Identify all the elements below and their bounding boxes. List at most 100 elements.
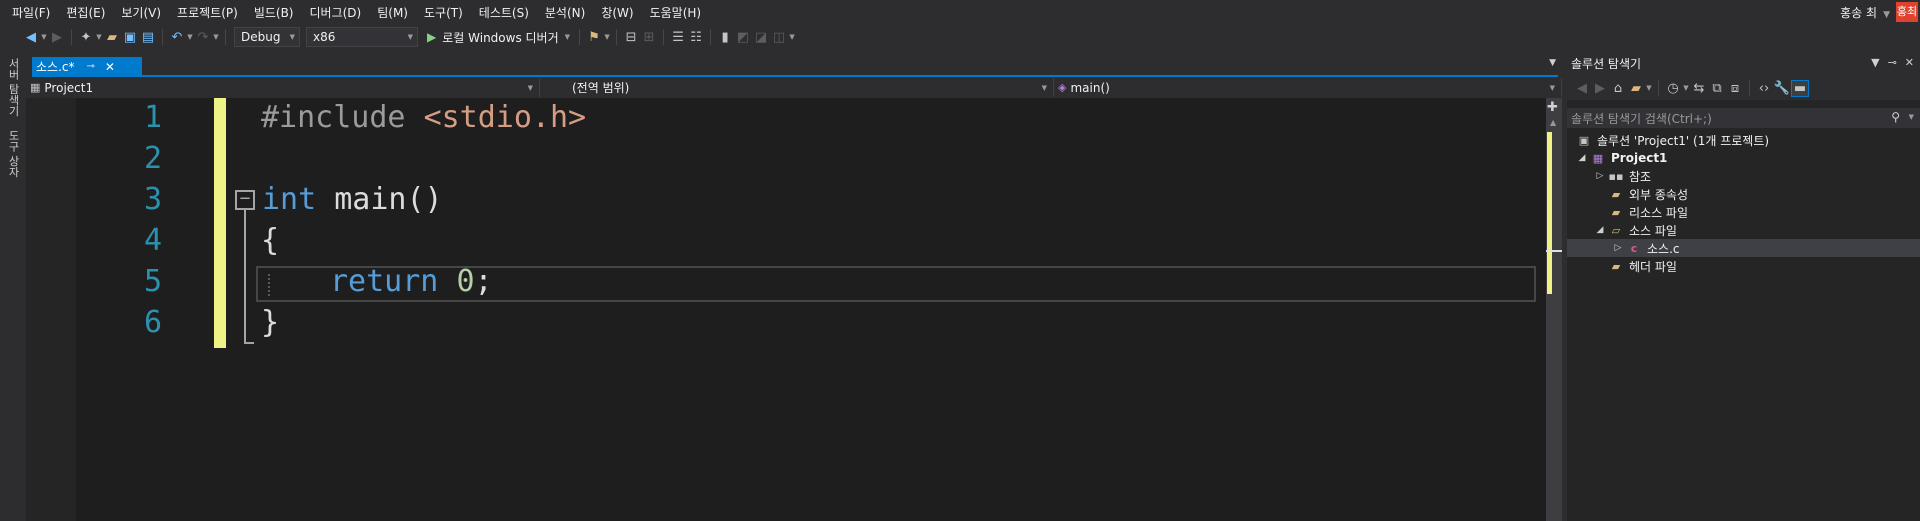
server-explorer-tab[interactable]: 서버 탐색기 <box>5 58 21 117</box>
menu-view[interactable]: 보기(V) <box>113 4 169 21</box>
solution-platform-select[interactable]: x86 ▼ <box>306 27 418 47</box>
open-folder-icon[interactable]: ▰ <box>103 30 121 45</box>
close-icon[interactable]: ✕ <box>105 60 115 74</box>
expanded-icon[interactable]: ◢ <box>1593 225 1607 235</box>
tree-label: 솔루션 'Project1' (1개 프로젝트) <box>1597 133 1770 148</box>
chevron-down-icon[interactable]: ▼ <box>1645 84 1653 92</box>
menu-help[interactable]: 도움말(H) <box>642 4 710 21</box>
navigate-back-icon[interactable]: ◀ <box>22 30 40 45</box>
pending-changes-icon[interactable]: ◷ <box>1664 81 1682 96</box>
toolbar-separator <box>616 29 618 45</box>
undo-icon[interactable]: ↶ <box>168 30 186 45</box>
tree-item-resource-files[interactable]: ▰ 리소스 파일 <box>1567 203 1920 221</box>
solution-icon: ▣ <box>1578 133 1590 147</box>
menu-team[interactable]: 팀(M) <box>369 4 416 21</box>
pin-icon[interactable]: ⊸ <box>1888 56 1897 69</box>
chevron-down-icon[interactable]: ▼ <box>212 33 220 41</box>
comment-icon[interactable]: ☰ <box>669 30 687 45</box>
tree-item-solution[interactable]: ▣ 솔루션 'Project1' (1개 프로젝트) <box>1567 131 1920 149</box>
tree-item-references[interactable]: ▷ ▪▪ 참조 <box>1567 167 1920 185</box>
sync-icon[interactable]: ⇆ <box>1690 81 1708 96</box>
new-project-icon[interactable]: ✦ <box>77 30 95 45</box>
browser-link-icon[interactable]: ⚑ <box>585 30 603 45</box>
collapsed-icon[interactable]: ▷ <box>1611 243 1625 253</box>
folder-icon: ▰ <box>1611 259 1621 273</box>
run-label: 로컬 Windows 디버거 <box>442 30 559 45</box>
preview-selected-icon[interactable]: ▬ <box>1791 79 1809 97</box>
save-icon[interactable]: ▣ <box>121 30 139 45</box>
tab-source-c[interactable]: 소스.c* ⊸ ✕ <box>32 57 142 76</box>
navigate-forward-icon[interactable]: ▶ <box>48 30 66 45</box>
switch-views-icon[interactable]: ▰ <box>1627 81 1645 96</box>
project-select[interactable]: ▦ Project1 ▼ <box>26 78 540 97</box>
pin-icon[interactable]: ⊸ <box>87 61 95 72</box>
menu-build[interactable]: 빌드(B) <box>246 4 302 21</box>
menu-window[interactable]: 창(W) <box>593 4 641 21</box>
function-name: main() <box>316 182 443 217</box>
collapsed-icon[interactable]: ▷ <box>1593 171 1607 181</box>
solution-configuration-select[interactable]: Debug ▼ <box>234 27 300 47</box>
toolbar-separator <box>162 29 163 45</box>
play-icon: ▶ <box>427 30 437 44</box>
uncomment-icon[interactable]: ☷ <box>687 30 705 45</box>
window-position-icon[interactable]: ▼ <box>1871 56 1879 69</box>
view-code-icon[interactable]: ‹› <box>1755 81 1773 96</box>
line-number: 1 <box>143 100 162 135</box>
solution-search-input[interactable]: 솔루션 탐색기 검색(Ctrl+;) ⚲ ▼ <box>1567 108 1920 128</box>
editor-vertical-scrollbar[interactable]: ✚ ▲ <box>1546 98 1562 521</box>
chevron-down-icon[interactable]: ▼ <box>95 33 103 41</box>
menu-project[interactable]: 프로젝트(P) <box>169 4 246 21</box>
back-icon[interactable]: ◀ <box>1573 81 1591 96</box>
menu-edit[interactable]: 편집(E) <box>58 4 113 21</box>
menu-file[interactable]: 파일(F) <box>4 4 58 21</box>
user-name: 홍송 최 <box>1840 6 1878 20</box>
toolbar-separator <box>710 29 712 45</box>
chevron-down-icon[interactable]: ▼ <box>186 33 194 41</box>
redo-icon[interactable]: ↷ <box>194 30 212 45</box>
chevron-down-icon[interactable]: ▼ <box>788 33 796 41</box>
chevron-down-icon[interactable]: ▼ <box>1682 84 1690 92</box>
clear-bookmarks-icon[interactable]: ◫ <box>770 30 788 45</box>
tree-item-source-files[interactable]: ◢ ▱ 소스 파일 <box>1567 221 1920 239</box>
line-number: 6 <box>143 305 162 340</box>
menu-debug[interactable]: 디버그(D) <box>302 4 370 21</box>
split-window-icon[interactable]: ✚ <box>1547 100 1558 115</box>
chevron-down-icon[interactable]: ▼ <box>1909 113 1914 121</box>
folder-icon: ▰ <box>1611 187 1621 201</box>
next-bookmark-icon[interactable]: ◪ <box>752 30 770 45</box>
user-account[interactable]: 홍송 최 ▼ <box>1840 4 1890 21</box>
expanded-icon[interactable]: ◢ <box>1575 153 1589 163</box>
toolbox-tab[interactable]: 도구 상자 <box>5 130 21 178</box>
start-debugging-button[interactable]: ▶ 로컬 Windows 디버거 ▼ <box>427 29 570 46</box>
previous-bookmark-icon[interactable]: ◩ <box>734 30 752 45</box>
collapse-all-icon[interactable]: ⧉ <box>1708 81 1726 96</box>
chevron-down-icon[interactable]: ▼ <box>40 33 48 41</box>
search-icon[interactable]: ⚲ <box>1891 110 1900 124</box>
forward-icon[interactable]: ▶ <box>1591 81 1609 96</box>
collapse-block-icon[interactable]: − <box>235 190 255 210</box>
menu-test[interactable]: 테스트(S) <box>471 4 537 21</box>
tree-item-project[interactable]: ◢ ▦ Project1 <box>1567 149 1920 167</box>
tree-item-source-c[interactable]: ▷ c 소스.c <box>1567 239 1920 257</box>
close-icon[interactable]: ✕ <box>1905 56 1914 69</box>
avatar[interactable]: 홍최 <box>1896 2 1918 22</box>
bookmark-icon[interactable]: ▮ <box>716 30 734 45</box>
menu-tools[interactable]: 도구(T) <box>416 4 471 21</box>
scroll-up-icon[interactable]: ▲ <box>1550 118 1556 127</box>
step-icon[interactable]: ⊞ <box>640 30 658 45</box>
tree-item-external-dependencies[interactable]: ▰ 외부 종속성 <box>1567 185 1920 203</box>
scope-select[interactable]: (전역 범위) ▼ <box>540 78 1054 97</box>
save-all-icon[interactable]: ▤ <box>139 30 157 45</box>
tab-list-dropdown-icon[interactable]: ▼ <box>1549 58 1556 68</box>
home-icon[interactable]: ⌂ <box>1609 81 1627 96</box>
project-icon: ▦ <box>30 81 41 94</box>
chevron-down-icon[interactable]: ▼ <box>603 33 611 41</box>
properties-icon[interactable]: 🔧 <box>1773 81 1791 96</box>
show-all-files-icon[interactable]: ⧈ <box>1726 81 1744 96</box>
tree-item-header-files[interactable]: ▰ 헤더 파일 <box>1567 257 1920 275</box>
code-editor[interactable]: 1 2 3 4 5 6 − #include <stdio.h> int mai… <box>26 98 1546 521</box>
c-file-icon: c <box>1630 241 1638 255</box>
find-in-files-icon[interactable]: ⊟ <box>622 30 640 45</box>
member-select[interactable]: ◈ main() ▼ <box>1054 78 1562 97</box>
menu-analyze[interactable]: 분석(N) <box>537 4 593 21</box>
